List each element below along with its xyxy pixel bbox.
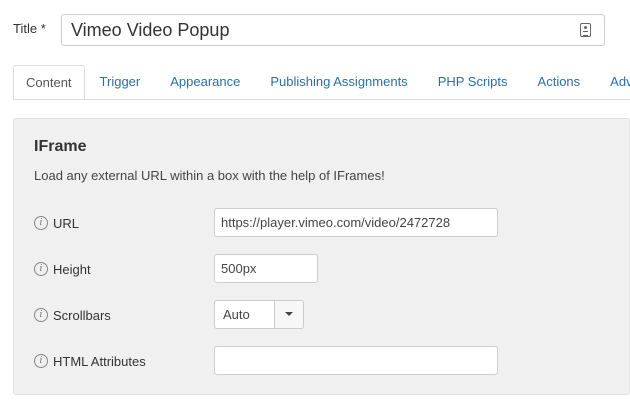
html-attributes-input[interactable] [214,346,498,375]
title-label: Title * [13,21,46,36]
tab-trigger[interactable]: Trigger [85,65,156,99]
tab-advanced[interactable]: Adva [595,65,630,99]
dropdown-toggle-button[interactable] [274,301,303,328]
url-input[interactable]: https://player.vimeo.com/video/2472728 [214,208,498,237]
url-label: URL [53,216,80,231]
tab-publishing-assignments[interactable]: Publishing Assignments [255,65,422,99]
caret-down-icon [285,312,293,316]
info-icon[interactable]: i [34,354,48,368]
tab-actions[interactable]: Actions [523,65,596,99]
url-row: i URL https://player.vimeo.com/video/247… [34,208,614,238]
height-input[interactable]: 500px [214,254,318,283]
tab-appearance[interactable]: Appearance [155,65,255,99]
contact-card-icon[interactable] [580,23,591,37]
title-input[interactable]: Vimeo Video Popup [61,14,605,46]
height-label: Height [53,262,91,277]
height-row: i Height 500px [34,254,614,284]
scrollbars-row: i Scrollbars Auto [34,300,614,330]
iframe-panel: IFrame Load any external URL within a bo… [13,118,630,395]
tab-php-scripts[interactable]: PHP Scripts [423,65,523,99]
tab-content[interactable]: Content [13,65,85,99]
html-attributes-row: i HTML Attributes [34,346,614,376]
scrollbars-value: Auto [223,307,250,322]
tab-bar: Content Trigger Appearance Publishing Assig… [13,65,630,100]
info-icon[interactable]: i [34,216,48,230]
html-attributes-label: HTML Attributes [53,354,146,369]
info-icon[interactable]: i [34,262,48,276]
panel-description: Load any external URL within a box with … [34,168,385,183]
scrollbars-label: Scrollbars [53,308,111,323]
panel-title: IFrame [34,138,87,155]
info-icon[interactable]: i [34,308,48,322]
scrollbars-select[interactable]: Auto [214,300,304,329]
